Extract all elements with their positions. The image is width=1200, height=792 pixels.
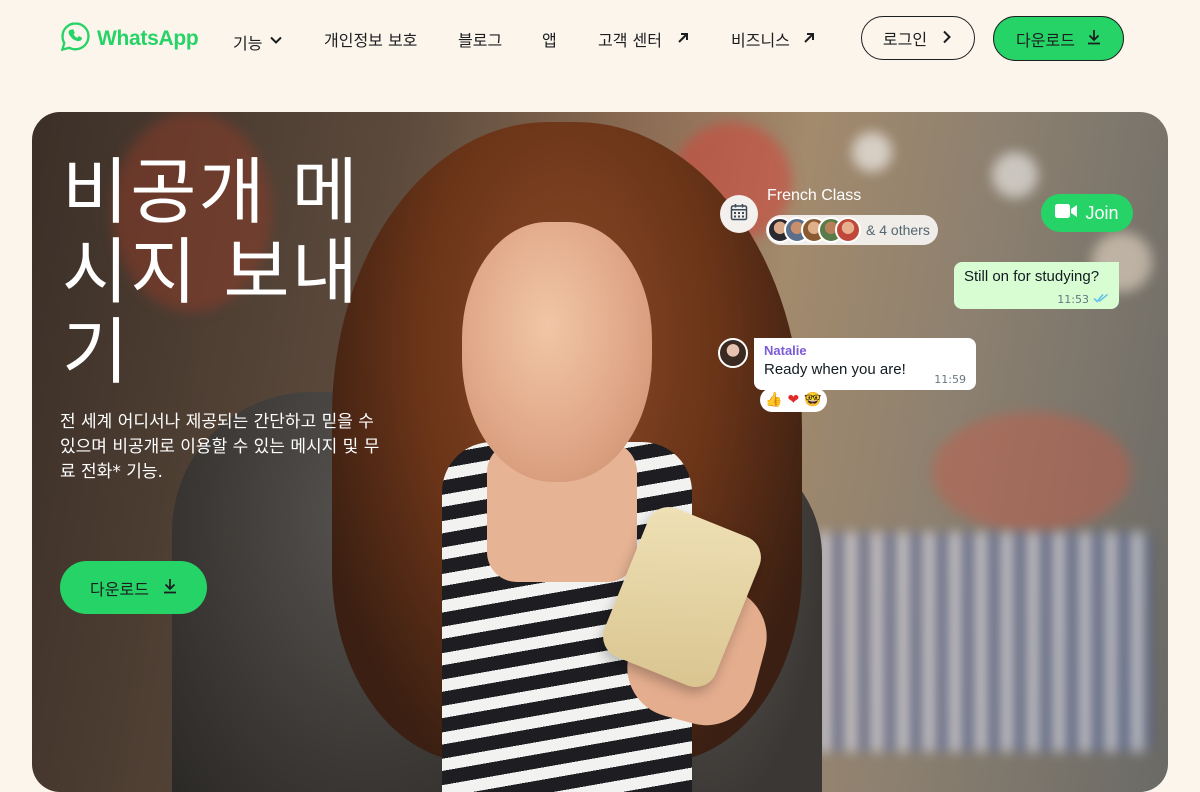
nav-item-help-center[interactable]: 고객 센터: [598, 27, 690, 51]
message-text: Still on for studying?: [964, 268, 1100, 285]
calendar-badge: [720, 195, 758, 233]
nav-item-privacy[interactable]: 개인정보 보호: [324, 27, 417, 51]
message-time: 11:53: [1057, 293, 1089, 306]
nav-item-label: 개인정보 보호: [324, 31, 418, 50]
whatsapp-logo-icon: [60, 21, 91, 56]
nav-item-label: 비즈니스: [731, 31, 790, 50]
video-camera-icon: [1055, 203, 1078, 224]
login-label: 로그인: [882, 30, 928, 49]
nav-item-blog[interactable]: 블로그: [458, 27, 502, 51]
chevron-down-icon: [268, 32, 284, 52]
sender-name: Natalie: [764, 343, 807, 358]
chevron-right-icon: [941, 29, 953, 48]
download-button[interactable]: 다운로드: [993, 16, 1124, 61]
join-call-button[interactable]: Join: [1041, 194, 1133, 232]
hero-title: 비공개 메시지 보내기: [62, 150, 360, 394]
download-icon: [1087, 29, 1101, 49]
message-time: 11:59: [934, 373, 966, 386]
incoming-message-bubble: Natalie Ready when you are! 11:59: [754, 338, 976, 390]
thumbs-up-icon: 👍: [765, 392, 783, 408]
join-label: Join: [1085, 202, 1119, 223]
top-navigation: WhatsApp 기능 개인정보 보호 블로그 앱 고객 센터 비즈니스 로그인…: [0, 0, 1200, 78]
participant-avatars: & 4 others: [766, 215, 938, 245]
nav-item-apps[interactable]: 앱: [542, 27, 557, 51]
avatar: [835, 217, 861, 243]
download-icon: [163, 578, 177, 598]
avatar: [718, 338, 748, 368]
message-meta: 11:53: [1057, 293, 1109, 306]
nav-item-business[interactable]: 비즈니스: [731, 27, 816, 51]
nerd-face-icon: 🤓: [804, 392, 822, 408]
outgoing-message-bubble: Still on for studying? 11:53: [954, 262, 1119, 309]
hero-section: 비공개 메시지 보내기 전 세계 어디서나 제공되는 간단하고 믿을 수 있으며…: [32, 112, 1168, 792]
calendar-icon: [730, 203, 748, 225]
heart-icon: ❤: [787, 392, 800, 408]
download-label: 다운로드: [90, 579, 149, 599]
external-arrow-icon: [676, 30, 690, 49]
others-count: & 4 others: [866, 222, 930, 238]
external-arrow-icon: [802, 30, 816, 49]
nav-item-features[interactable]: 기능: [233, 30, 284, 54]
hero-subtitle: 전 세계 어디서나 제공되는 간단하고 믿을 수 있으며 비공개로 이용할 수 …: [60, 412, 380, 482]
nav-item-label: 기능: [233, 34, 263, 53]
whatsapp-logo[interactable]: WhatsApp: [60, 21, 199, 56]
nav-item-label: 고객 센터: [598, 31, 662, 50]
login-button[interactable]: 로그인: [861, 16, 975, 60]
double-check-icon: [1093, 293, 1109, 306]
group-name: French Class: [767, 187, 862, 204]
nav-item-label: 앱: [542, 31, 557, 50]
nav-item-label: 블로그: [458, 31, 503, 50]
download-label: 다운로드: [1016, 30, 1075, 50]
logo-text: WhatsApp: [97, 26, 199, 50]
message-reactions: 👍 ❤ 🤓: [760, 388, 827, 412]
hero-download-button[interactable]: 다운로드: [60, 561, 207, 614]
